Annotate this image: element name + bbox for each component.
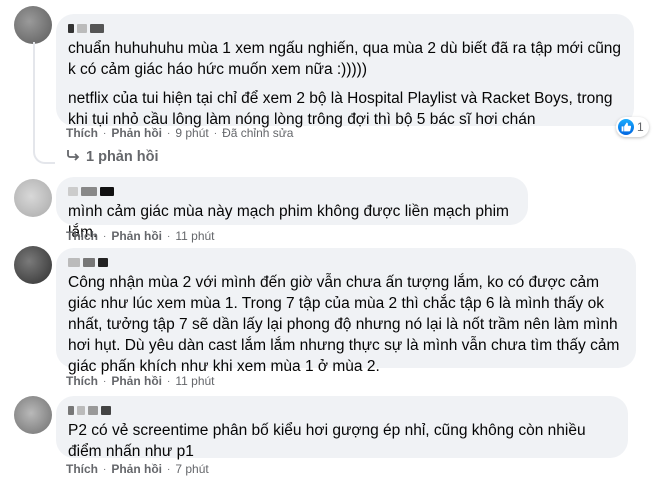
separator: · bbox=[103, 375, 107, 387]
edited-label: Đã chỉnh sửa bbox=[222, 126, 294, 140]
comment-actions: Thích · Phản hồi · 9 phút · Đã chỉnh sửa bbox=[66, 126, 293, 140]
timestamp[interactable]: 11 phút bbox=[175, 374, 214, 388]
comment-bubble: mình cảm giác mùa này mạch phim không đư… bbox=[56, 177, 528, 241]
timestamp[interactable]: 9 phút bbox=[175, 126, 208, 140]
commenter-name-redacted[interactable] bbox=[68, 185, 516, 197]
comment-text: netflix của tui hiện tại chỉ để xem 2 bộ… bbox=[68, 90, 613, 128]
separator: · bbox=[103, 127, 107, 139]
like-button[interactable]: Thích bbox=[66, 462, 98, 476]
comment-bubble: Công nhận mùa 2 với mình đến giờ vẫn chư… bbox=[56, 248, 636, 375]
reaction-count: 1 bbox=[637, 120, 644, 134]
timestamp[interactable]: 7 phút bbox=[175, 462, 208, 476]
separator: · bbox=[213, 127, 218, 139]
like-button[interactable]: Thích bbox=[66, 374, 98, 388]
comment-text: chuẩn huhuhuhu mùa 1 xem ngấu nghiến, qu… bbox=[68, 40, 622, 78]
like-icon bbox=[618, 119, 634, 135]
avatar[interactable] bbox=[14, 6, 52, 44]
view-replies-link[interactable]: 1 phản hồi bbox=[66, 149, 159, 165]
reply-thread-line bbox=[33, 42, 55, 164]
avatar[interactable] bbox=[14, 396, 52, 434]
avatar[interactable] bbox=[14, 179, 52, 217]
separator: · bbox=[167, 127, 171, 139]
separator: · bbox=[167, 375, 171, 387]
commenter-name-redacted[interactable] bbox=[68, 256, 624, 268]
comment-actions: Thích · Phản hồi · 7 phút bbox=[66, 462, 209, 476]
reply-button[interactable]: Phản hồi bbox=[111, 374, 162, 388]
reply-arrow-icon bbox=[66, 149, 80, 165]
avatar[interactable] bbox=[14, 246, 52, 284]
comment-bubble: P2 có vẻ screentime phân bố kiểu hơi gượ… bbox=[56, 396, 628, 460]
reply-button[interactable]: Phản hồi bbox=[111, 229, 162, 243]
separator: · bbox=[167, 230, 171, 242]
comment-actions: Thích · Phản hồi · 11 phút bbox=[66, 374, 215, 388]
like-button[interactable]: Thích bbox=[66, 229, 98, 243]
comment-actions: Thích · Phản hồi · 11 phút bbox=[66, 229, 215, 243]
comment-text: P2 có vẻ screentime phân bố kiểu hơi gượ… bbox=[68, 422, 586, 460]
separator: · bbox=[103, 230, 107, 242]
separator: · bbox=[103, 463, 107, 475]
timestamp[interactable]: 11 phút bbox=[175, 229, 214, 243]
comment-text: Công nhận mùa 2 với mình đến giờ vẫn chư… bbox=[68, 274, 620, 375]
separator: · bbox=[167, 463, 171, 475]
replies-count: 1 phản hồi bbox=[86, 149, 159, 165]
commenter-name-redacted[interactable] bbox=[68, 404, 616, 416]
reply-button[interactable]: Phản hồi bbox=[111, 462, 162, 476]
reaction-summary[interactable]: 1 bbox=[616, 117, 649, 137]
comment-bubble: chuẩn huhuhuhu mùa 1 xem ngấu nghiến, qu… bbox=[56, 14, 634, 128]
reply-button[interactable]: Phản hồi bbox=[111, 126, 162, 140]
like-button[interactable]: Thích bbox=[66, 126, 98, 140]
commenter-name-redacted[interactable] bbox=[68, 22, 622, 34]
